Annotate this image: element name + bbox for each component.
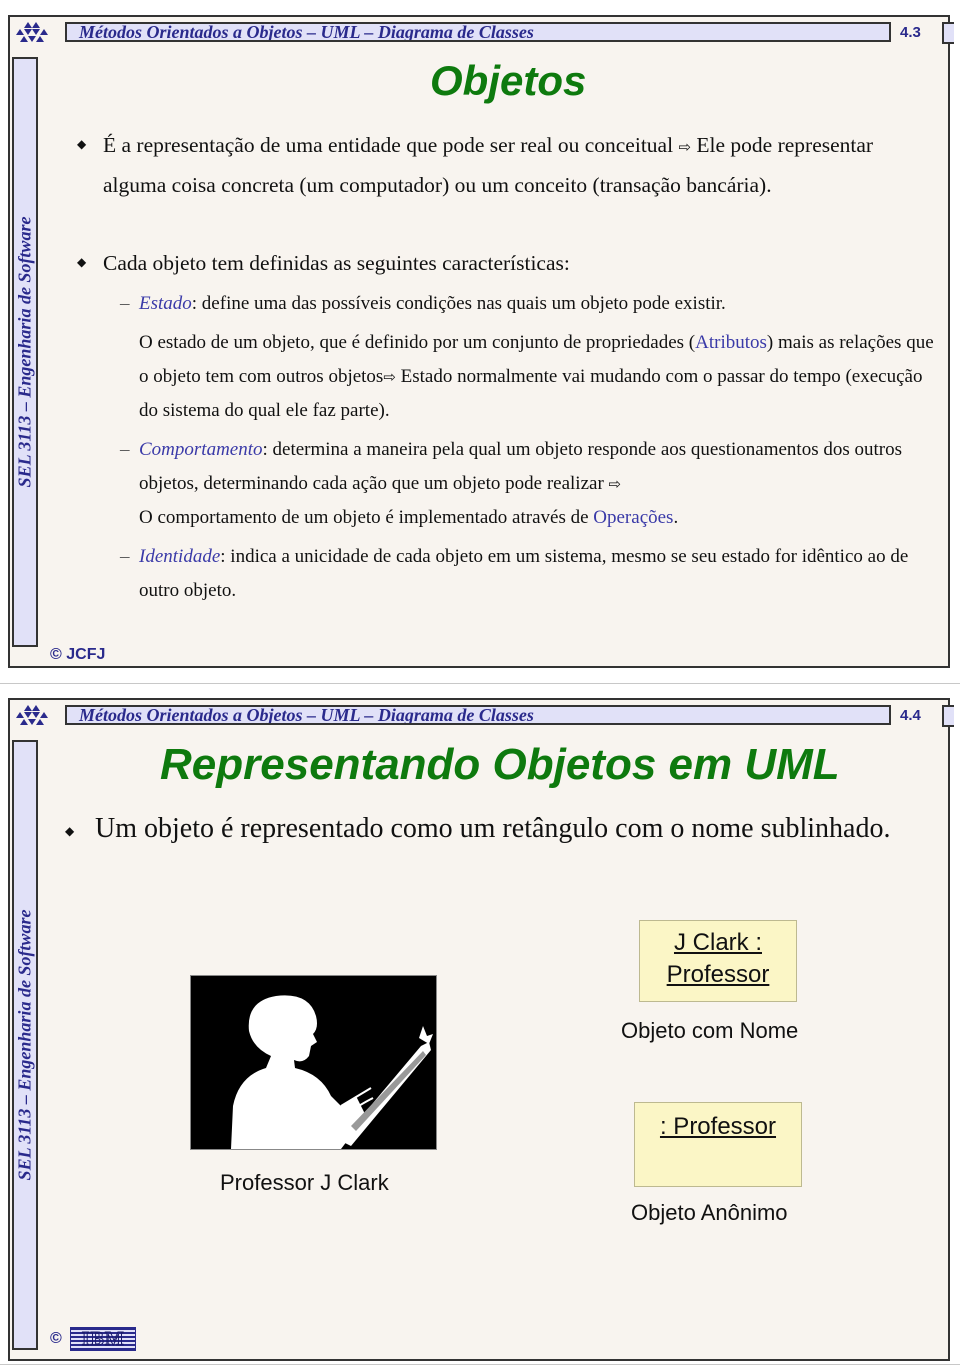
page-separator — [0, 1364, 960, 1365]
photo-caption: Professor J Clark — [220, 1170, 389, 1195]
term-identidade: Identidade — [139, 546, 221, 567]
slide-4-3: Métodos Orientados a Objetos – UML – Dia… — [8, 15, 954, 668]
subitem-identidade: Identidade: indica a unicidade de cada o… — [139, 540, 944, 608]
subitem-estado: Estado: define uma das possíveis condiçõ… — [139, 289, 944, 319]
link-atributos: Atributos — [695, 332, 767, 353]
header-right-box — [942, 705, 954, 727]
uml-named-object-box: J Clark : Professor — [639, 920, 797, 1002]
bullet-definition: É a representação de uma entidade que po… — [103, 127, 903, 204]
slide-number: 4.4 — [900, 707, 921, 724]
slide-title: Objetos — [430, 57, 587, 104]
term-estado: Estado — [139, 293, 192, 314]
sidebar: SEL 3113 – Engenharia de Software — [12, 57, 38, 647]
slide-4-4: Métodos Orientados a Objetos – UML – Dia… — [8, 698, 954, 1361]
slide-number: 4.3 — [900, 24, 921, 41]
dash-marker: – — [120, 293, 130, 314]
ibm-logo: IBM — [70, 1327, 137, 1351]
estado-detail: O estado de um objeto, que é definido po… — [139, 326, 944, 428]
dash-marker: – — [120, 439, 130, 460]
page-separator — [0, 683, 960, 684]
sidebar-course-title: SEL 3113 – Engenharia de Software — [14, 909, 35, 1181]
anonymous-object-name: : Professor — [659, 1113, 777, 1140]
copyright-footer: © JCFJ — [50, 646, 105, 664]
sidebar: SEL 3113 – Engenharia de Software — [12, 740, 38, 1350]
triangles-logo-icon — [16, 22, 48, 42]
definition-identidade: : indica a unicidade de cada objeto em u… — [139, 546, 909, 601]
arrow-right-icon: ⇨ — [678, 138, 692, 156]
course-header: Métodos Orientados a Objetos – UML – Dia… — [65, 705, 891, 725]
object-name-line1: J Clark : — [673, 929, 762, 956]
dash-marker: – — [120, 546, 130, 567]
detail-text: O comportamento de um objeto é implement… — [139, 507, 594, 528]
ibm-logo-text: IBM — [81, 1328, 125, 1351]
detail-text: . — [673, 507, 679, 528]
copyright-footer: © IBM — [50, 1327, 137, 1351]
sidebar-course-title: SEL 3113 – Engenharia de Software — [14, 216, 35, 488]
object-name-line2: Professor — [666, 961, 770, 988]
bullet-text: É a representação de uma entidade que po… — [103, 133, 679, 157]
bullet-representation: Um objeto é representado como um retângu… — [95, 813, 891, 844]
anonymous-object-caption: Objeto Anônimo — [631, 1200, 788, 1225]
subitem-comportamento: Comportamento: determina a maneira pela … — [139, 433, 944, 535]
uml-anonymous-object-box: : Professor — [634, 1102, 802, 1187]
copyright-icon: © — [50, 646, 62, 663]
named-object-caption: Objeto com Nome — [621, 1018, 799, 1043]
bullet-diamond-icon: ◆ — [77, 255, 87, 269]
professor-silhouette-icon — [231, 995, 433, 1149]
copyright-icon: © — [50, 1330, 62, 1348]
triangles-logo-icon — [16, 705, 48, 725]
course-header: Métodos Orientados a Objetos – UML – Dia… — [65, 22, 891, 42]
professor-silhouette-image — [190, 975, 437, 1150]
header-right-box — [942, 22, 954, 44]
arrow-right-icon: ⇨ — [383, 368, 396, 386]
copyright-author: JCFJ — [66, 646, 106, 663]
bullet-characteristics: Cada objeto tem definidas as seguintes c… — [103, 251, 570, 275]
arrow-right-icon: ⇨ — [608, 475, 622, 493]
slide-title: Representando Objetos em UML — [160, 740, 840, 789]
term-comportamento: Comportamento — [139, 439, 263, 460]
link-operacoes: Operações — [593, 507, 674, 528]
definition-estado: : define uma das possíveis condições nas… — [191, 293, 726, 314]
bullet-diamond-icon: ◆ — [77, 137, 87, 151]
detail-text: O estado de um objeto, que é definido po… — [139, 332, 696, 353]
bullet-diamond-icon: ◆ — [65, 824, 75, 838]
